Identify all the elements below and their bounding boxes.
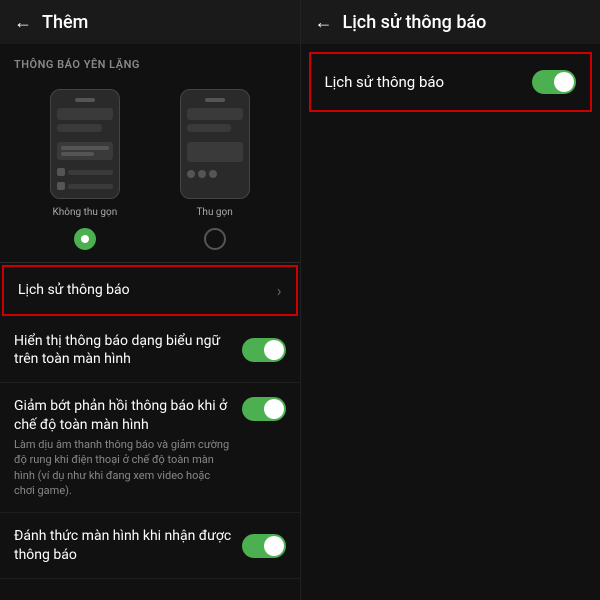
toggle-danh-thuc[interactable]	[242, 534, 286, 558]
menu-item-giam-bot-text: Giảm bớt phản hồi thông báo khi ở chế độ…	[14, 397, 234, 433]
chevron-icon: ›	[277, 281, 282, 300]
toggle-giam-bot[interactable]	[242, 397, 286, 421]
menu-item-danh-thuc[interactable]: Đánh thức màn hình khi nhận được thông b…	[0, 513, 300, 578]
menu-item-danh-thuc-text: Đánh thức màn hình khi nhận được thông b…	[14, 527, 242, 563]
radio-row	[0, 224, 300, 262]
menu-item-lich-su[interactable]: Lịch sử thông báo ›	[2, 265, 298, 316]
menu-item-lich-su-text: Lịch sử thông báo	[18, 281, 269, 299]
radio-collapsed[interactable]	[204, 228, 226, 250]
phone-notch-2	[205, 98, 225, 102]
preview-label-collapsed: Thu gọn	[196, 207, 232, 218]
phone-mockup-collapsed	[180, 89, 250, 199]
left-header-title: Thêm	[42, 12, 88, 33]
small-notif-1	[57, 168, 65, 176]
left-header: ← Thêm	[0, 0, 300, 44]
preview-label-expanded: Không thu gọn	[53, 207, 118, 218]
toggle-hien-thi[interactable]	[242, 338, 286, 362]
back-button-left[interactable]: ←	[14, 12, 32, 33]
notif-collapsed-bar	[187, 142, 243, 162]
menu-item-giam-bot-content: Giảm bớt phản hồi thông báo khi ở chế độ…	[14, 397, 234, 498]
notif-line-2	[61, 152, 95, 156]
preview-item-collapsed[interactable]: Thu gọn	[180, 89, 250, 218]
menu-item-giam-bot-sub: Làm dịu âm thanh thông báo và giảm cường…	[14, 437, 234, 499]
section-label: THÔNG BÁO YÊN LẶNG	[0, 44, 300, 79]
small-notif-bar-1	[68, 170, 113, 175]
notif-expanded-1	[57, 142, 113, 160]
notification-previews: Không thu gọn Thu gọn	[0, 79, 300, 224]
right-item-text: Lịch sử thông báo	[325, 73, 445, 91]
menu-item-giam-bot[interactable]: Giảm bớt phản hồi thông báo khi ở chế độ…	[0, 383, 300, 513]
notif-line-1	[61, 146, 109, 150]
notif-bar-3	[187, 108, 243, 120]
phone-notch-1	[75, 98, 95, 102]
divider-top	[0, 262, 300, 263]
small-notif-2	[57, 182, 65, 190]
dot-2	[198, 170, 206, 178]
dot-1	[187, 170, 195, 178]
right-header: ← Lịch sử thông báo	[301, 0, 600, 44]
notif-bar-2	[57, 124, 102, 132]
dot-3	[209, 170, 217, 178]
small-notif-bar-2	[68, 184, 113, 189]
back-button-right[interactable]: ←	[315, 12, 333, 33]
menu-item-hien-thi-text: Hiển thị thông báo dạng biểu ngữ trên to…	[14, 332, 242, 368]
notif-bar-4	[187, 124, 232, 132]
right-header-title: Lịch sử thông báo	[343, 12, 487, 33]
menu-item-hien-thi[interactable]: Hiển thị thông báo dạng biểu ngữ trên to…	[0, 318, 300, 383]
notif-bar-1	[57, 108, 113, 120]
preview-item-expanded[interactable]: Không thu gọn	[50, 89, 120, 218]
toggle-right-lich-su[interactable]	[532, 70, 576, 94]
left-panel: ← Thêm THÔNG BÁO YÊN LẶNG	[0, 0, 301, 600]
right-panel: ← Lịch sử thông báo Lịch sử thông báo	[301, 0, 600, 600]
phone-mockup-expanded	[50, 89, 120, 199]
radio-expanded[interactable]	[74, 228, 96, 250]
right-item-lich-su[interactable]: Lịch sử thông báo	[309, 52, 593, 112]
